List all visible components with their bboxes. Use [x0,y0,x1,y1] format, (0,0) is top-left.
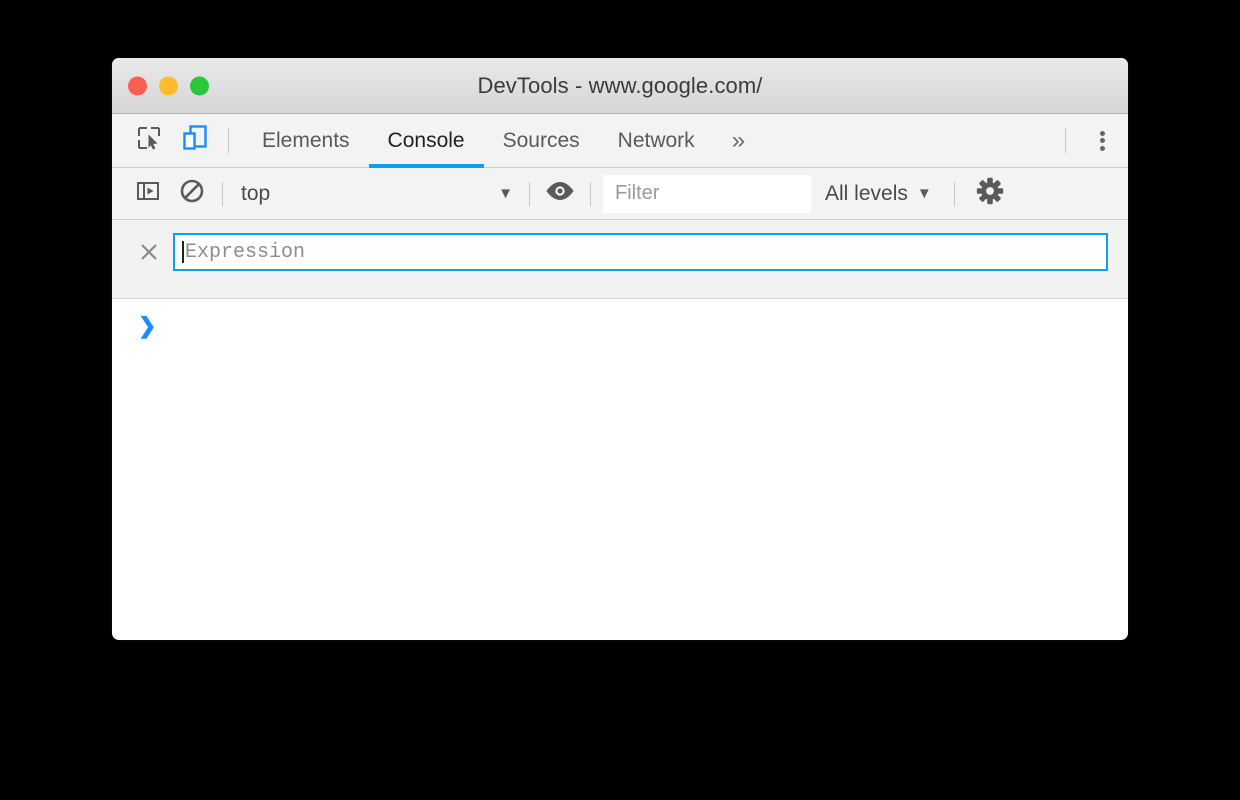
devtools-tabbar: Elements Console Sources Network » [112,114,1128,168]
tab-console-label: Console [387,128,465,152]
devtools-window: DevTools - www.google.com/ Elements Cons… [112,58,1128,640]
tabbar-right-group [1055,114,1128,167]
console-toolbar-divider-4 [953,181,955,206]
live-expression-pane: Expression [112,220,1128,299]
tab-network-label: Network [617,128,695,152]
more-tabs-button[interactable]: » [714,114,763,167]
close-icon [141,244,157,260]
clear-console-icon [179,178,205,209]
console-message-area[interactable]: ❯ [112,299,1128,617]
tab-elements[interactable]: Elements [243,114,369,167]
tab-elements-label: Elements [262,128,350,152]
tab-sources-label: Sources [502,128,580,152]
console-prompt-input[interactable] [156,315,1128,339]
window-title: DevTools - www.google.com/ [477,72,763,98]
clear-console-button[interactable] [170,168,214,220]
gear-icon [976,177,1004,210]
console-toolbar-divider-2 [529,181,530,206]
chevron-down-icon: ▼ [498,185,513,202]
customize-devtools-button[interactable] [1076,114,1128,167]
create-live-expression-button[interactable] [538,168,582,220]
live-expression-placeholder: Expression [185,240,306,264]
tabbar-divider [228,128,229,153]
log-level-selector[interactable]: All levels ▼ [811,182,946,206]
inspect-element-icon [136,125,162,156]
tab-sources[interactable]: Sources [484,114,599,167]
device-toolbar-icon [181,124,209,157]
console-sidebar-icon [136,179,160,208]
console-toolbar: top ▼ All levels ▼ [112,168,1128,220]
prompt-chevron-icon: ❯ [138,313,157,338]
execution-context-selector[interactable]: top ▼ [231,168,521,220]
console-prompt-row[interactable]: ❯ [112,299,1128,339]
chevron-down-icon: ▼ [916,185,932,202]
console-sidebar-toggle-button[interactable] [126,168,170,220]
execution-context-value: top [241,181,271,205]
console-toolbar-divider-3 [590,181,591,206]
toggle-device-toolbar-button[interactable] [172,114,218,167]
live-expression-input[interactable]: Expression [173,233,1108,271]
eye-icon [545,180,575,207]
console-settings-button[interactable] [965,168,1015,220]
live-expression-row: Expression [122,233,1118,271]
text-caret [182,241,184,263]
remove-live-expression-button[interactable] [134,237,164,267]
tab-console[interactable]: Console [368,114,484,168]
console-filter-input[interactable] [603,174,811,213]
more-options-icon [1099,128,1105,153]
tabbar-right-divider [1065,128,1066,153]
console-toolbar-divider-1 [222,181,223,206]
log-level-value: All levels [825,181,908,205]
tab-network[interactable]: Network [599,114,714,167]
panel-tab-list: Elements Console Sources Network » [243,114,763,168]
chevron-double-right-icon: » [731,126,746,154]
inspect-element-button[interactable] [126,114,172,167]
window-titlebar: DevTools - www.google.com/ [112,58,1128,114]
